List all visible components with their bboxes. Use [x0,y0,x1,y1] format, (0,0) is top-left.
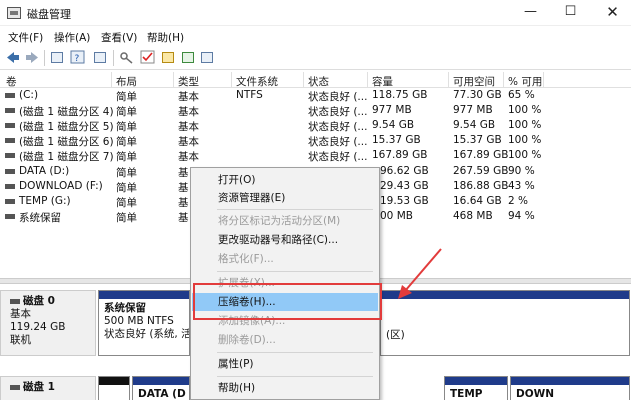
annotation-arrow-icon [398,248,442,299]
